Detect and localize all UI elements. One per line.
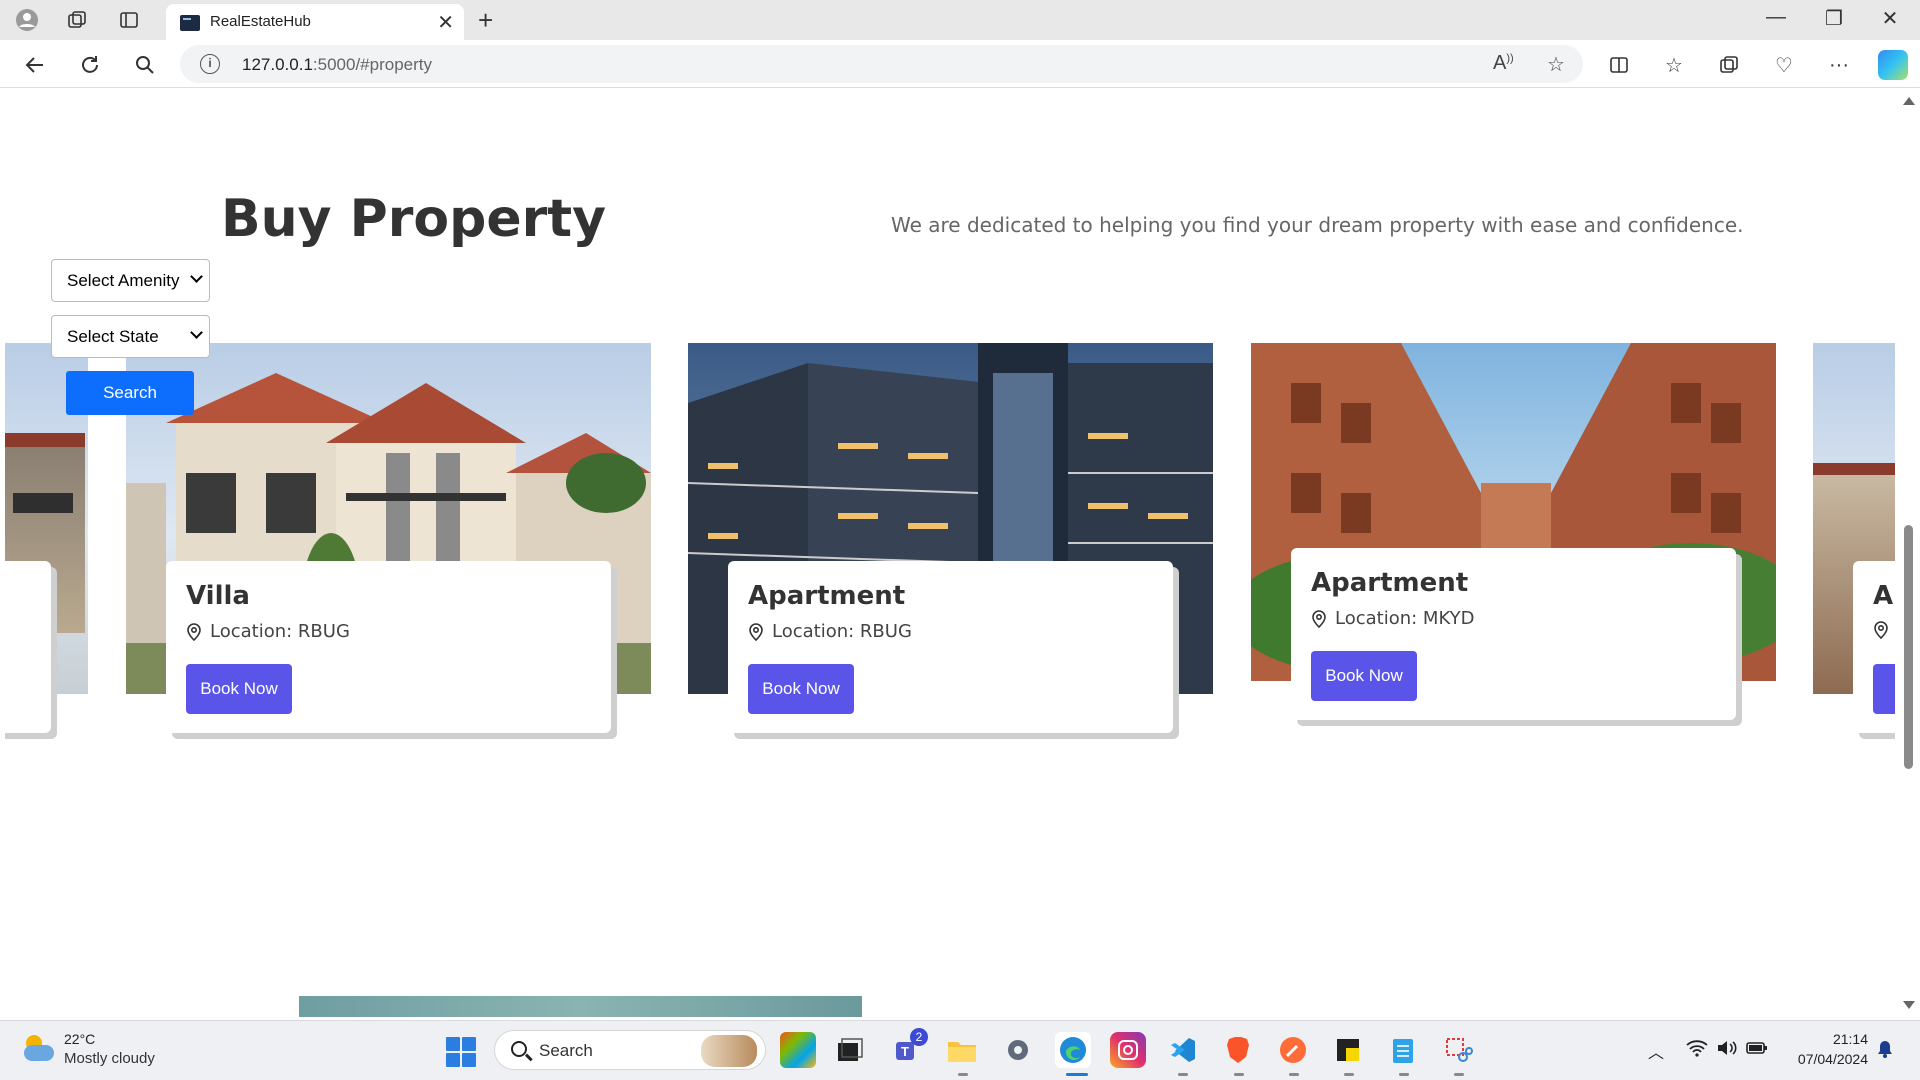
- location-pin-icon: [749, 622, 763, 641]
- brave-browser-icon[interactable]: [1220, 1032, 1256, 1068]
- wifi-icon[interactable]: [1686, 1039, 1708, 1062]
- property-location: Location: RBUG: [748, 621, 912, 642]
- location-pin-icon: [187, 622, 201, 641]
- scroll-up-icon[interactable]: [1903, 97, 1915, 105]
- amenity-select[interactable]: Select Amenity: [51, 259, 210, 302]
- refresh-icon[interactable]: [75, 50, 105, 80]
- chevron-down-icon: [190, 270, 203, 283]
- site-favicon-icon: [180, 15, 200, 31]
- sticky-notes-icon[interactable]: [1330, 1032, 1366, 1068]
- teams-badge: 2: [910, 1028, 928, 1046]
- site-info-icon[interactable]: i: [200, 54, 220, 74]
- tab-title: RealEstateHub: [210, 13, 311, 30]
- notification-bell-icon[interactable]: [1876, 1039, 1894, 1064]
- book-now-button[interactable]: Book Now: [186, 664, 292, 714]
- url-text: 127.0.0.1:5000/#property: [242, 55, 432, 74]
- close-tab-icon[interactable]: ✕: [437, 10, 454, 35]
- weather-cloudy-icon: [22, 1035, 54, 1063]
- location-pin-icon: [1312, 609, 1326, 628]
- property-type: Villa: [186, 581, 250, 611]
- page-content: Buy Property We are dedicated to helping…: [5, 89, 1895, 1017]
- volume-icon[interactable]: [1716, 1039, 1738, 1062]
- search-button[interactable]: Search: [66, 371, 194, 415]
- search-icon[interactable]: [130, 50, 160, 80]
- workspaces-icon[interactable]: [63, 6, 91, 34]
- book-now-button[interactable]: Book Now: [1311, 651, 1417, 701]
- browser-essentials-icon[interactable]: ♡: [1769, 50, 1799, 80]
- collections-icon[interactable]: [1714, 50, 1744, 80]
- property-location: [1873, 621, 1895, 639]
- address-bar[interactable]: i 127.0.0.1:5000/#property A)) ☆: [180, 45, 1583, 83]
- minimize-icon[interactable]: —: [1756, 6, 1796, 29]
- property-type: Apartment: [748, 581, 906, 611]
- browser-tab[interactable]: RealEstateHub ✕: [166, 4, 464, 40]
- property-info-panel: Ap B: [1853, 561, 1895, 733]
- profile-icon[interactable]: [13, 6, 41, 34]
- taskbar-search[interactable]: Search: [494, 1030, 766, 1070]
- close-window-icon[interactable]: ✕: [1870, 6, 1910, 31]
- copilot-app-icon[interactable]: [780, 1032, 816, 1068]
- battery-icon[interactable]: [1746, 1039, 1768, 1062]
- new-tab-icon[interactable]: +: [478, 5, 493, 36]
- taskbar: 22°C Mostly cloudy Search T 2 ︿ 21:14 07…: [0, 1020, 1920, 1080]
- scroll-down-icon[interactable]: [1903, 1001, 1915, 1009]
- copilot-icon[interactable]: [1878, 50, 1908, 80]
- postman-icon[interactable]: [1275, 1032, 1311, 1068]
- location-pin-icon: [1874, 621, 1888, 639]
- show-hidden-icons-icon[interactable]: ︿: [1648, 1039, 1664, 1063]
- property-info-panel: Apartment Location: RBUG Book Now: [728, 561, 1173, 733]
- read-aloud-icon[interactable]: A)): [1493, 52, 1514, 75]
- property-type: Apartment: [1311, 568, 1469, 598]
- chevron-down-icon: [190, 326, 203, 339]
- property-type: Ap: [1873, 581, 1895, 611]
- weather-desc: Mostly cloudy: [64, 1050, 155, 1067]
- notepad-icon[interactable]: [1385, 1032, 1421, 1068]
- edge-browser-icon[interactable]: [1055, 1032, 1091, 1068]
- next-section-image: [299, 996, 862, 1017]
- search-highlight-image: [701, 1035, 757, 1067]
- search-icon: [511, 1041, 527, 1057]
- property-info-panel: Apartment Location: MKYD Book Now: [1291, 548, 1736, 720]
- instagram-icon[interactable]: [1110, 1032, 1146, 1068]
- scroll-thumb[interactable]: [1904, 525, 1913, 769]
- system-clock[interactable]: 21:14 07/04/2024: [1788, 1031, 1868, 1071]
- favorite-star-icon[interactable]: ☆: [1547, 52, 1565, 77]
- browser-tab-bar: RealEstateHub ✕ + — ❐ ✕: [0, 0, 1920, 40]
- snipping-tool-icon[interactable]: [1440, 1032, 1476, 1068]
- task-view-icon[interactable]: [832, 1032, 868, 1068]
- property-info-panel: Villa Location: RBUG Book Now: [166, 561, 611, 733]
- tab-actions-icon[interactable]: [115, 6, 143, 34]
- vscode-icon[interactable]: [1165, 1032, 1201, 1068]
- start-button-icon[interactable]: [446, 1037, 476, 1067]
- book-now-button[interactable]: B: [1873, 664, 1895, 714]
- restore-icon[interactable]: ❐: [1814, 6, 1854, 31]
- back-icon[interactable]: [20, 50, 50, 80]
- weather-temp: 22°C: [64, 1031, 96, 1047]
- teams-icon[interactable]: T 2: [890, 1028, 928, 1068]
- favorites-icon[interactable]: ☆: [1659, 50, 1689, 80]
- weather-widget[interactable]: 22°C Mostly cloudy: [22, 1031, 155, 1067]
- property-info-panel: [5, 561, 51, 733]
- book-now-button[interactable]: Book Now: [748, 664, 854, 714]
- page-tagline: We are dedicated to helping you find you…: [891, 213, 1744, 237]
- browser-toolbar: i 127.0.0.1:5000/#property A)) ☆ ☆ ♡ ···: [0, 40, 1920, 88]
- page-scrollbar[interactable]: [1897, 89, 1920, 1017]
- state-select[interactable]: Select State: [51, 315, 210, 358]
- split-screen-icon[interactable]: [1604, 50, 1634, 80]
- more-options-icon[interactable]: ···: [1824, 50, 1854, 80]
- page-title: Buy Property: [221, 189, 607, 249]
- property-location: Location: RBUG: [186, 621, 350, 642]
- property-location: Location: MKYD: [1311, 608, 1474, 629]
- settings-gear-icon[interactable]: [1000, 1032, 1036, 1068]
- file-explorer-icon[interactable]: [944, 1032, 980, 1068]
- svg-text:T: T: [901, 1044, 909, 1059]
